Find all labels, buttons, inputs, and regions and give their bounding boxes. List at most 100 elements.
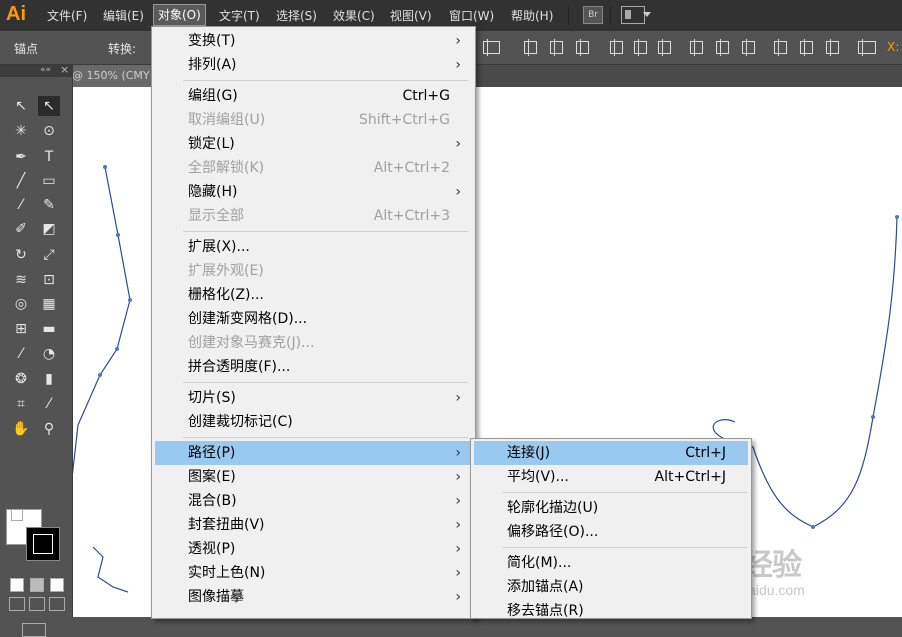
paintbrush-icon[interactable]: ⁄ <box>10 195 32 215</box>
menu-item-crop-marks[interactable]: 创建裁切标记(C) <box>155 410 472 434</box>
color-mode-icon[interactable] <box>11 509 23 521</box>
chevron-down-icon[interactable] <box>643 12 651 17</box>
column-graph-icon[interactable]: ▮ <box>38 369 60 389</box>
shape-builder-icon[interactable]: ◎ <box>10 294 32 314</box>
eyedropper-icon[interactable]: ⁄ <box>10 344 32 364</box>
menu-item-outline-stroke[interactable]: 轮廓化描边(U) <box>474 496 748 520</box>
screen-mode-icon[interactable] <box>22 623 46 637</box>
distribute-left-icon[interactable] <box>774 39 787 56</box>
menu-item-average[interactable]: 平均(V)... Alt+Ctrl+J <box>474 465 748 489</box>
menu-item-unlock-all[interactable]: 全部解锁(K) Alt+Ctrl+2 <box>155 156 472 180</box>
zoom-tool-icon[interactable]: ⚲ <box>38 419 60 439</box>
menu-item-rasterize[interactable]: 栅格化(Z)... <box>155 283 472 307</box>
direct-selection-tool-icon[interactable]: ↖ <box>38 96 60 116</box>
menu-item-join[interactable]: 连接(J) Ctrl+J <box>474 441 748 465</box>
align-center-icon[interactable] <box>550 39 563 56</box>
menu-item-live-paint[interactable]: 实时上色(N) › <box>155 561 472 585</box>
artboard-tool-icon[interactable]: ⌗ <box>10 394 32 414</box>
menu-file[interactable]: 文件(F) <box>47 7 87 25</box>
menu-help[interactable]: 帮助(H) <box>511 7 553 25</box>
menu-item-slice[interactable]: 切片(S) › <box>155 386 472 410</box>
menu-item-ungroup[interactable]: 取消编组(U) Shift+Ctrl+G <box>155 108 472 132</box>
menu-item-pattern[interactable]: 图案(E) › <box>155 465 472 489</box>
type-tool-icon[interactable]: T <box>38 147 60 167</box>
menu-item-simplify[interactable]: 简化(M)... <box>474 551 748 575</box>
align-right-icon[interactable] <box>576 39 589 56</box>
menu-item-flatten-transparency[interactable]: 拼合透明度(F)... <box>155 355 472 379</box>
menu-type[interactable]: 文字(T) <box>219 7 260 25</box>
collapse-icon[interactable]: «« <box>40 65 51 75</box>
menu-item-arrange[interactable]: 排列(A) › <box>155 53 472 77</box>
draw-behind-icon[interactable] <box>29 597 45 611</box>
close-icon[interactable]: × <box>60 63 69 76</box>
blob-brush-icon[interactable]: ✐ <box>10 219 32 239</box>
menu-item-group[interactable]: 编组(G) Ctrl+G <box>155 84 472 108</box>
distribute-bottom-icon[interactable] <box>742 39 755 56</box>
mesh-tool-icon[interactable]: ⊞ <box>10 319 32 339</box>
gradient-icon[interactable] <box>30 578 44 592</box>
gradient-tool-icon[interactable]: ▬ <box>38 319 60 339</box>
tools-panel-header[interactable]: «« × <box>0 63 72 77</box>
pen-tool-icon[interactable]: ✒ <box>10 147 32 167</box>
distribute-top-icon[interactable] <box>690 39 703 56</box>
distribute-hcenter-icon[interactable] <box>800 39 813 56</box>
draw-inside-icon[interactable] <box>49 597 65 611</box>
submenu-arrow-icon: › <box>455 184 461 200</box>
symbol-sprayer-icon[interactable]: ❂ <box>10 369 32 389</box>
rectangle-tool-icon[interactable]: ▭ <box>38 171 60 191</box>
menu-item-hide[interactable]: 隐藏(H) › <box>155 180 472 204</box>
menu-effect[interactable]: 效果(C) <box>333 7 375 25</box>
document-tab[interactable]: @ 150% (CMY <box>72 65 154 87</box>
menu-item-envelope-distort[interactable]: 封套扭曲(V) › <box>155 513 472 537</box>
magic-wand-icon[interactable]: ✳ <box>10 121 32 141</box>
eraser-icon[interactable]: ◩ <box>38 219 60 239</box>
none-icon[interactable] <box>50 578 64 592</box>
menu-separator <box>502 547 747 548</box>
width-tool-icon[interactable]: ≋ <box>10 270 32 290</box>
submenu-arrow-icon: › <box>455 33 461 49</box>
menu-item-remove-anchor-points[interactable]: 移去锚点(R) <box>474 599 748 623</box>
menu-select[interactable]: 选择(S) <box>276 7 317 25</box>
draw-normal-icon[interactable] <box>9 597 25 611</box>
pencil-icon[interactable]: ✎ <box>38 195 60 215</box>
align-bottom-icon[interactable] <box>658 39 671 56</box>
hand-tool-icon[interactable]: ✋ <box>10 419 32 439</box>
perspective-grid-icon[interactable]: ▦ <box>38 294 60 314</box>
menu-item-path[interactable]: 路径(P) › <box>155 441 472 465</box>
stroke-swatch[interactable] <box>26 527 60 561</box>
menu-object[interactable]: 对象(O) <box>153 4 206 26</box>
align-left-icon[interactable] <box>524 39 537 56</box>
align-middle-icon[interactable] <box>634 39 647 56</box>
bridge-button[interactable]: Br <box>583 6 603 24</box>
menu-item-gradient-mesh[interactable]: 创建渐变网格(D)... <box>155 307 472 331</box>
slice-tool-icon[interactable]: ⁄ <box>38 394 60 414</box>
menu-window[interactable]: 窗口(W) <box>449 7 494 25</box>
menu-item-show-all[interactable]: 显示全部 Alt+Ctrl+3 <box>155 204 472 228</box>
free-transform-icon[interactable]: ⊡ <box>38 270 60 290</box>
menu-item-transform[interactable]: 变换(T) › <box>155 29 472 53</box>
menu-item-expand[interactable]: 扩展(X)... <box>155 235 472 259</box>
blend-tool-icon[interactable]: ◔ <box>38 344 60 364</box>
menu-item-blend[interactable]: 混合(B) › <box>155 489 472 513</box>
menu-view[interactable]: 视图(V) <box>390 7 432 25</box>
align-top-icon[interactable] <box>610 39 623 56</box>
distribute-right-icon[interactable] <box>826 39 839 56</box>
menu-item-add-anchor-points[interactable]: 添加锚点(A) <box>474 575 748 599</box>
distribute-center-icon[interactable] <box>716 39 729 56</box>
line-tool-icon[interactable]: ╱ <box>10 171 32 191</box>
scale-tool-icon[interactable]: ⤢ <box>38 245 60 265</box>
menu-item-object-mosaic[interactable]: 创建对象马赛克(J)... <box>155 331 472 355</box>
menu-item-expand-appearance[interactable]: 扩展外观(E) <box>155 259 472 283</box>
selection-tool-icon[interactable]: ↖ <box>10 96 32 116</box>
menu-item-perspective[interactable]: 透视(P) › <box>155 537 472 561</box>
menu-item-image-trace[interactable]: 图像描摹 › <box>155 585 472 609</box>
color-icon[interactable] <box>10 578 24 592</box>
transform-grid-icon[interactable] <box>858 39 876 56</box>
menu-edit[interactable]: 编辑(E) <box>103 7 144 25</box>
menu-item-lock[interactable]: 锁定(L) › <box>155 132 472 156</box>
lasso-icon[interactable]: ⊙ <box>38 121 60 141</box>
menu-item-offset-path[interactable]: 偏移路径(O)... <box>474 520 748 544</box>
rotate-tool-icon[interactable]: ↻ <box>10 245 32 265</box>
workspace-layout-icon[interactable] <box>621 6 645 24</box>
anchor-options-icon[interactable] <box>483 39 500 56</box>
